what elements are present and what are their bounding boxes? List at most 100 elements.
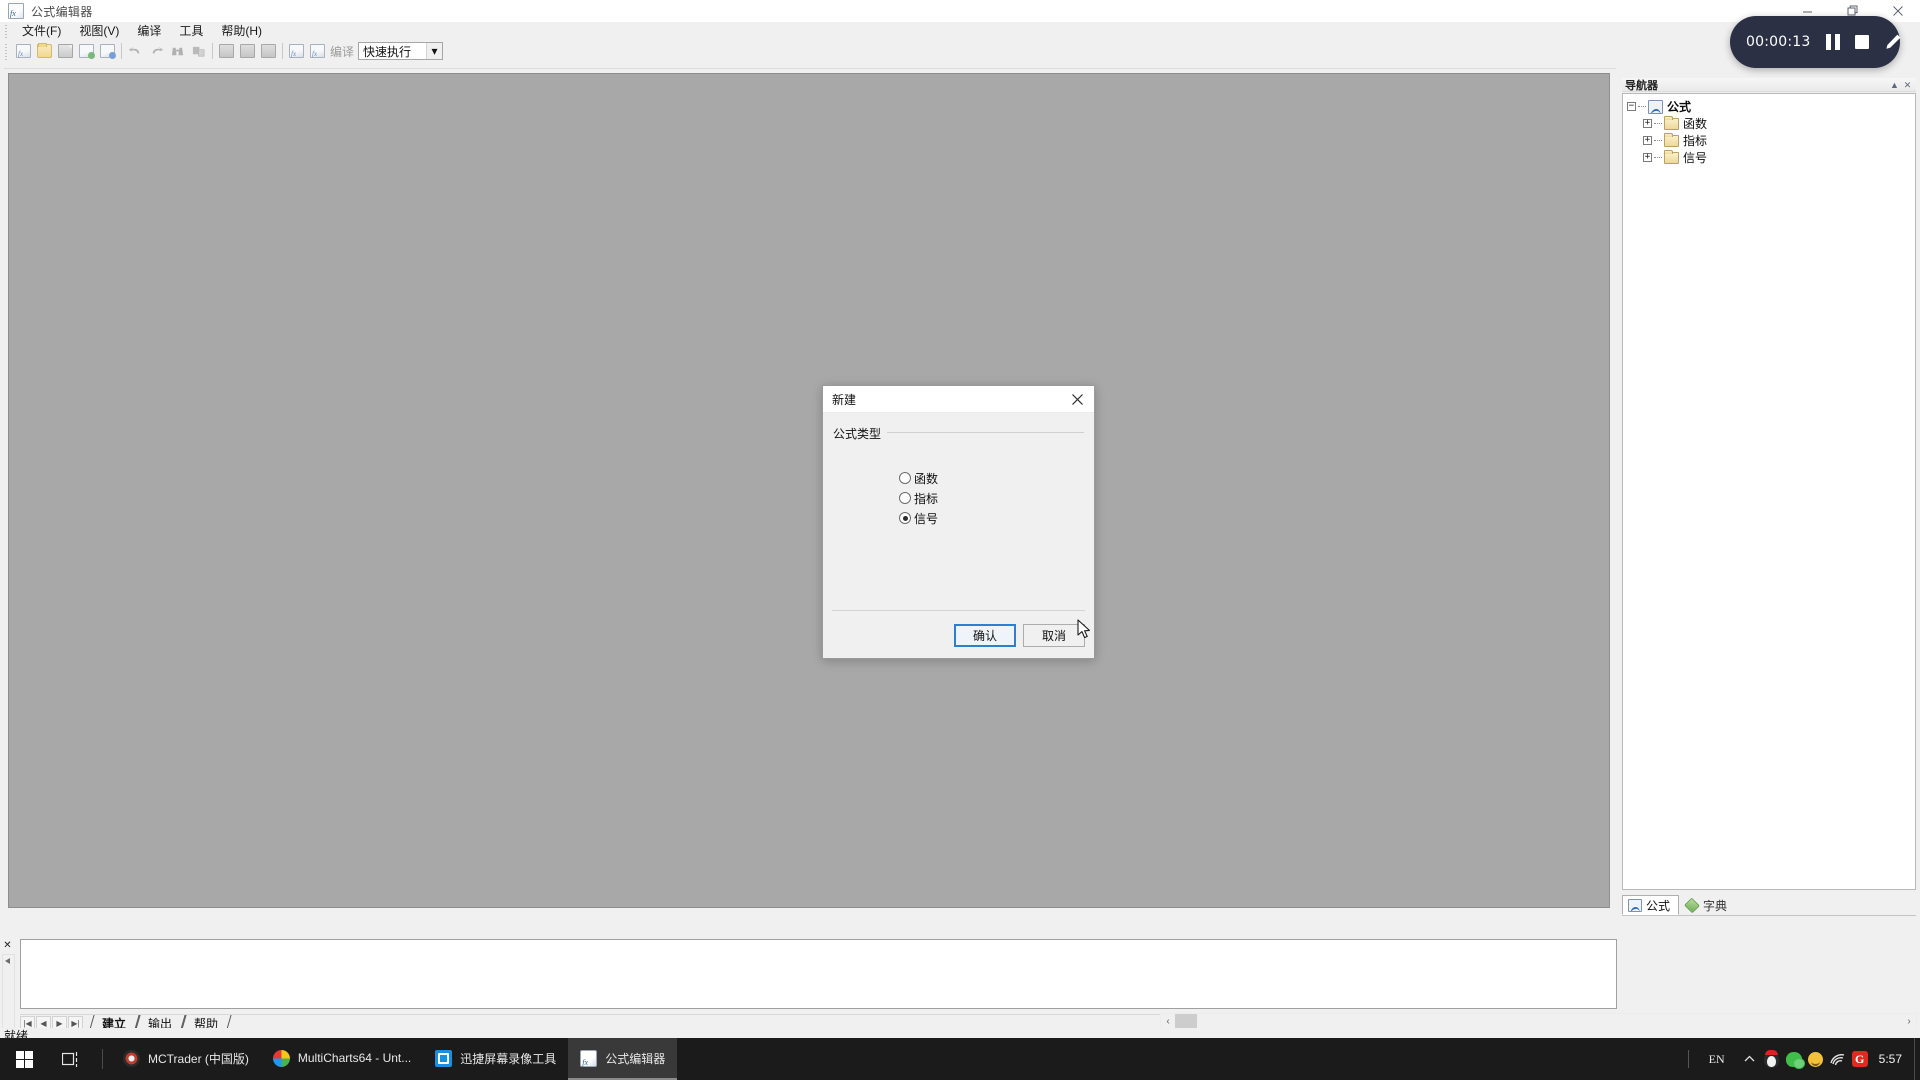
formula-editor-window: 公式编辑器 文件(F) 视图(V) 编译 工具 bbox=[0, 0, 1920, 1043]
wechat-icon bbox=[1785, 1051, 1805, 1069]
navigator-close-icon[interactable]: ✕ bbox=[1901, 79, 1914, 92]
ok-button[interactable]: 确认 bbox=[954, 624, 1016, 647]
radio-function[interactable]: 函数 bbox=[899, 468, 938, 488]
tray-smiley-button[interactable] bbox=[1805, 1038, 1827, 1080]
formula-editor-icon bbox=[8, 3, 24, 19]
toolbar-grip-handle[interactable] bbox=[2, 42, 10, 60]
tree-node-formula[interactable]: − 公式 bbox=[1627, 98, 1915, 115]
new-function-button[interactable] bbox=[76, 41, 97, 61]
tree-node-indicators[interactable]: + 指标 bbox=[1627, 132, 1915, 149]
mouse-cursor bbox=[1077, 619, 1090, 639]
navigator-collapse-icon[interactable]: ▲ bbox=[1888, 79, 1901, 92]
scroll-right-button[interactable]: › bbox=[1902, 1016, 1916, 1027]
nav-tab-dictionary-label: 字典 bbox=[1703, 898, 1728, 913]
tree-label-functions: 函数 bbox=[1683, 117, 1708, 131]
tree-label-indicators: 指标 bbox=[1683, 134, 1708, 148]
redo-button[interactable] bbox=[146, 41, 167, 61]
tree-connector bbox=[1654, 157, 1662, 158]
menu-grip-handle[interactable] bbox=[2, 24, 11, 38]
menu-tools[interactable]: 工具 bbox=[170, 22, 212, 40]
new-formula-button[interactable] bbox=[13, 41, 34, 61]
undo-button[interactable] bbox=[125, 41, 146, 61]
menu-file[interactable]: 文件(F) bbox=[13, 22, 70, 40]
taskbar: MCTrader (中国版) MultiCharts64 - Unt... 迅捷… bbox=[0, 1038, 1920, 1080]
quick-exec-combo[interactable]: 快速执行 ▾ bbox=[358, 42, 444, 60]
toolbar-separator bbox=[212, 43, 213, 59]
output-pane-scroll-up-button[interactable] bbox=[2, 954, 15, 1032]
new-indicator-button[interactable] bbox=[97, 41, 118, 61]
show-desktop-button[interactable] bbox=[1914, 1038, 1920, 1080]
cancel-button[interactable]: 取消 bbox=[1023, 624, 1085, 647]
tree-toggle-expand-icon[interactable]: + bbox=[1643, 136, 1652, 145]
stop-icon[interactable] bbox=[1855, 35, 1870, 49]
formula-editor-icon bbox=[580, 1049, 598, 1067]
output-pane-content[interactable] bbox=[20, 939, 1617, 1009]
menu-view[interactable]: 视图(V) bbox=[70, 22, 128, 40]
compile-button[interactable] bbox=[307, 41, 328, 61]
save-icon bbox=[58, 44, 73, 58]
copy-icon bbox=[219, 44, 234, 58]
task-view-button[interactable] bbox=[48, 1038, 94, 1080]
radio-signal[interactable]: 信号 bbox=[899, 508, 938, 528]
screen-recorder-widget: 00:00:13 bbox=[1730, 16, 1902, 68]
menu-compile[interactable]: 编译 bbox=[128, 22, 170, 40]
tray-wechat-button[interactable] bbox=[1783, 1038, 1805, 1080]
nav-tab-dictionary[interactable]: 字典 bbox=[1679, 895, 1736, 915]
copy-button[interactable] bbox=[216, 41, 237, 61]
scroll-left-button[interactable]: ‹ bbox=[1161, 1016, 1175, 1027]
task-view-icon bbox=[61, 1051, 77, 1067]
taskbar-item-formula-editor[interactable]: 公式编辑器 bbox=[568, 1038, 678, 1080]
tree-toggle-collapse-icon[interactable]: − bbox=[1627, 102, 1636, 111]
tree-toggle-expand-icon[interactable]: + bbox=[1643, 119, 1652, 128]
replace-button[interactable] bbox=[188, 41, 209, 61]
verify-button[interactable] bbox=[286, 41, 307, 61]
ime-indicator[interactable]: EN bbox=[1709, 1052, 1725, 1067]
tree-node-signals[interactable]: + 信号 bbox=[1627, 149, 1915, 166]
title-bar: 公式编辑器 bbox=[0, 0, 1920, 22]
folder-open-icon bbox=[37, 43, 52, 58]
taskbar-item-mctrader[interactable]: MCTrader (中国版) bbox=[111, 1038, 261, 1080]
navigator-header-buttons: ▲ ✕ bbox=[1888, 78, 1914, 92]
cut-icon bbox=[240, 44, 255, 58]
formula-icon bbox=[1628, 898, 1642, 912]
navigator-tree[interactable]: − 公式 + 函数 + 指标 + 信号 bbox=[1622, 93, 1916, 890]
folder-icon bbox=[1664, 149, 1679, 164]
taskbar-item-screen-recorder[interactable]: 迅捷屏幕录像工具 bbox=[423, 1038, 568, 1080]
chevron-down-icon[interactable]: ▾ bbox=[426, 43, 443, 59]
binoculars-icon bbox=[171, 47, 184, 55]
wifi-icon bbox=[1830, 1054, 1845, 1066]
nav-tab-formula[interactable]: 公式 bbox=[1622, 895, 1680, 915]
editor-canvas[interactable] bbox=[8, 73, 1610, 908]
find-button[interactable] bbox=[167, 41, 188, 61]
pause-icon[interactable] bbox=[1826, 34, 1841, 50]
dialog-close-button[interactable] bbox=[1060, 386, 1094, 412]
radio-button-selected-icon bbox=[899, 512, 911, 524]
tree-toggle-expand-icon[interactable]: + bbox=[1643, 153, 1652, 162]
tree-label-formula: 公式 bbox=[1667, 100, 1692, 114]
start-button[interactable] bbox=[0, 1038, 48, 1080]
taskbar-item-multicharts[interactable]: MultiCharts64 - Unt... bbox=[261, 1038, 423, 1080]
paste-button[interactable] bbox=[258, 41, 279, 61]
horizontal-scrollbar[interactable]: ‹ › bbox=[1160, 1013, 1917, 1029]
tray-wifi-button[interactable] bbox=[1827, 1038, 1849, 1080]
tray-qq-button[interactable] bbox=[1761, 1038, 1783, 1080]
radio-indicator[interactable]: 指标 bbox=[899, 488, 938, 508]
tray-g-app-button[interactable]: G bbox=[1849, 1038, 1871, 1080]
tray-expand-button[interactable] bbox=[1739, 1038, 1761, 1080]
mctrader-icon bbox=[123, 1049, 140, 1067]
menu-help[interactable]: 帮助(H) bbox=[212, 22, 271, 40]
taskbar-item-mctrader-label: MCTrader (中国版) bbox=[148, 1051, 249, 1066]
toolbar-separator bbox=[121, 43, 122, 59]
output-pane-close-button[interactable]: ✕ bbox=[2, 940, 13, 951]
redo-arrow-icon bbox=[152, 46, 163, 53]
clock[interactable]: 5:57 bbox=[1879, 1052, 1902, 1066]
tree-node-functions[interactable]: + 函数 bbox=[1627, 115, 1915, 132]
pencil-icon[interactable] bbox=[1884, 33, 1902, 51]
cut-button[interactable] bbox=[237, 41, 258, 61]
open-button[interactable] bbox=[34, 41, 55, 61]
scrollbar-thumb[interactable] bbox=[1175, 1014, 1197, 1028]
compile-doc-icon bbox=[310, 44, 325, 58]
save-button[interactable] bbox=[55, 41, 76, 61]
compile-label: 编译 bbox=[330, 44, 355, 59]
